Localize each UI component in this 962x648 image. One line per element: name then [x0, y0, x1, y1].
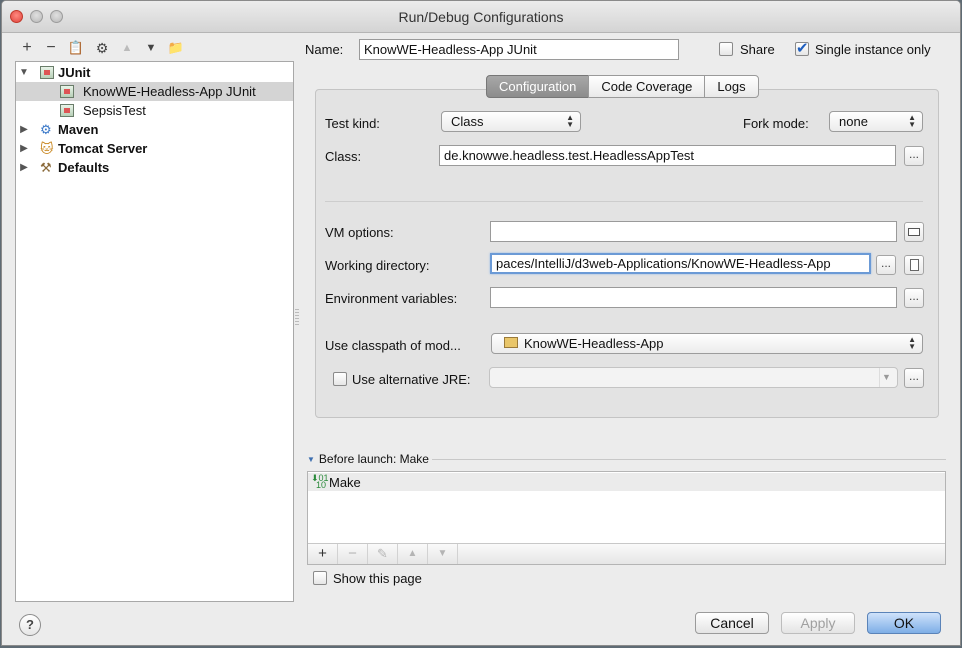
help-button[interactable]: ? [19, 614, 41, 636]
tree-item-sepsis[interactable]: SepsisTest [16, 101, 293, 120]
tree-node-junit[interactable]: ▼ JUnit [16, 63, 293, 82]
move-up-icon[interactable]: ▲ [118, 39, 136, 57]
tree-node-maven[interactable]: ▶ ⚙ Maven [16, 120, 293, 139]
test-kind-label: Test kind: [325, 116, 380, 131]
test-kind-value: Class [451, 114, 484, 129]
junit-config-icon [60, 104, 74, 117]
alternative-jre-label: Use alternative JRE: [352, 372, 471, 387]
env-vars-browse-button[interactable]: ... [904, 288, 924, 308]
move-task-up-button[interactable]: ▲ [398, 544, 428, 564]
classpath-module-value: KnowWE-Headless-App [524, 336, 664, 351]
before-launch-toolbar: + − ✎ ▲ ▼ [308, 543, 945, 564]
tomcat-icon: 🐱 [40, 141, 54, 156]
insert-macro-icon[interactable] [904, 255, 924, 275]
tab-code-coverage[interactable]: Code Coverage [588, 75, 706, 98]
remove-task-button[interactable]: − [338, 544, 368, 564]
class-label: Class: [325, 149, 362, 164]
junit-icon [40, 66, 54, 79]
working-directory-input[interactable]: paces/IntelliJ/d3web-Applications/KnowWE… [490, 253, 871, 274]
dropdown-arrow-icon: ▼ [879, 368, 893, 387]
test-kind-select[interactable]: Class ▲ ▼ [441, 111, 581, 132]
before-launch-list: ⬇01 10 Make + − ✎ ▲ ▼ [307, 471, 946, 565]
before-launch-header[interactable]: ▼ Before launch: Make [307, 452, 429, 466]
ok-button[interactable]: OK [867, 612, 941, 634]
splitter-handle[interactable] [295, 309, 299, 325]
tree-label-defaults: Defaults [58, 160, 110, 175]
working-dir-browse-button[interactable]: ... [876, 255, 896, 275]
vm-options-label: VM options: [325, 225, 394, 240]
tree-label-sepsis: SepsisTest [83, 103, 146, 118]
expand-arrow-icon[interactable]: ▶ [18, 120, 30, 139]
working-directory-label: Working directory: [325, 258, 430, 273]
folder-icon[interactable]: 📁 [167, 39, 185, 57]
add-config-icon[interactable]: + [18, 39, 36, 57]
tree-label-junit: JUnit [58, 65, 91, 80]
copy-config-icon[interactable]: 📋 [67, 39, 85, 57]
tree-item-headless-junit[interactable]: KnowWE-Headless-App JUnit [16, 82, 293, 101]
apply-button[interactable]: Apply [781, 612, 855, 634]
alternative-jre-checkbox[interactable] [333, 372, 347, 386]
config-tabs: Configuration Code Coverage Logs [486, 75, 759, 98]
divider [432, 459, 946, 460]
show-page-checkbox[interactable] [313, 571, 327, 585]
tab-logs[interactable]: Logs [704, 75, 759, 98]
fork-mode-value: none [839, 114, 868, 129]
show-page-label: Show this page [333, 571, 422, 586]
share-label: Share [740, 42, 775, 57]
maven-gear-icon: ⚙ [40, 122, 52, 137]
window-title: Run/Debug Configurations [398, 9, 564, 25]
add-task-button[interactable]: + [308, 544, 338, 564]
title-bar: Run/Debug Configurations [2, 1, 960, 33]
tree-label-tomcat: Tomcat Server [58, 141, 148, 156]
classpath-label: Use classpath of mod... [325, 338, 461, 353]
updown-arrows-icon: ▲ ▼ [908, 335, 916, 351]
environment-variables-input[interactable] [490, 287, 897, 308]
module-folder-icon [504, 337, 518, 348]
move-down-icon[interactable]: ▼ [142, 39, 160, 57]
class-input[interactable]: de.knowwe.headless.test.HeadlessAppTest [439, 145, 896, 166]
separator [325, 201, 923, 202]
before-launch-title: Before launch: Make [318, 452, 429, 466]
tree-node-defaults[interactable]: ▶ ⚒ Defaults [16, 158, 293, 177]
updown-arrows-icon: ▲ ▼ [566, 113, 574, 129]
tab-configuration[interactable]: Configuration [486, 75, 590, 98]
settings-wrench-icon[interactable]: ⚙ [93, 39, 111, 57]
expand-editor-icon[interactable] [904, 222, 924, 242]
vm-options-input[interactable] [490, 221, 897, 242]
before-launch-item-label: Make [329, 475, 361, 490]
classpath-module-select[interactable]: KnowWE-Headless-App ▲ ▼ [491, 333, 923, 354]
name-label: Name: [305, 42, 344, 57]
config-tree: ▼ JUnit KnowWE-Headless-App JUnit Sepsis… [15, 61, 294, 602]
jre-browse-button[interactable]: ... [904, 368, 924, 388]
collapse-triangle-icon: ▼ [307, 455, 315, 464]
share-checkbox[interactable] [719, 42, 733, 56]
single-instance-checkbox[interactable] [795, 39, 809, 57]
tree-node-tomcat[interactable]: ▶ 🐱 Tomcat Server [16, 139, 293, 158]
fork-mode-label: Fork mode: [743, 116, 809, 131]
collapse-arrow-icon[interactable]: ▼ [18, 63, 30, 82]
defaults-wrench-icon: ⚒ [40, 160, 52, 175]
tree-label-headless: KnowWE-Headless-App JUnit [83, 84, 256, 99]
junit-config-icon [60, 85, 74, 98]
edit-task-button[interactable]: ✎ [368, 544, 398, 564]
tree-label-maven: Maven [58, 122, 99, 137]
expand-arrow-icon[interactable]: ▶ [18, 158, 30, 177]
environment-variables-label: Environment variables: [325, 291, 458, 306]
fork-mode-select[interactable]: none ▲ ▼ [829, 111, 923, 132]
single-instance-label: Single instance only [815, 42, 931, 57]
make-build-icon: ⬇01 10 [311, 473, 329, 490]
cancel-button[interactable]: Cancel [695, 612, 769, 634]
run-debug-dialog: Run/Debug Configurations + − 📋 ⚙ ▲ ▼ 📁 ▼… [1, 0, 961, 646]
expand-arrow-icon[interactable]: ▶ [18, 139, 30, 158]
alternative-jre-select[interactable]: ▼ [489, 367, 898, 388]
move-task-down-button[interactable]: ▼ [428, 544, 458, 564]
updown-arrows-icon: ▲ ▼ [908, 113, 916, 129]
name-input[interactable]: KnowWE-Headless-App JUnit [359, 39, 679, 60]
remove-config-icon[interactable]: − [42, 39, 60, 57]
list-item[interactable]: ⬇01 10 Make [308, 473, 945, 491]
class-browse-button[interactable]: ... [904, 146, 924, 166]
